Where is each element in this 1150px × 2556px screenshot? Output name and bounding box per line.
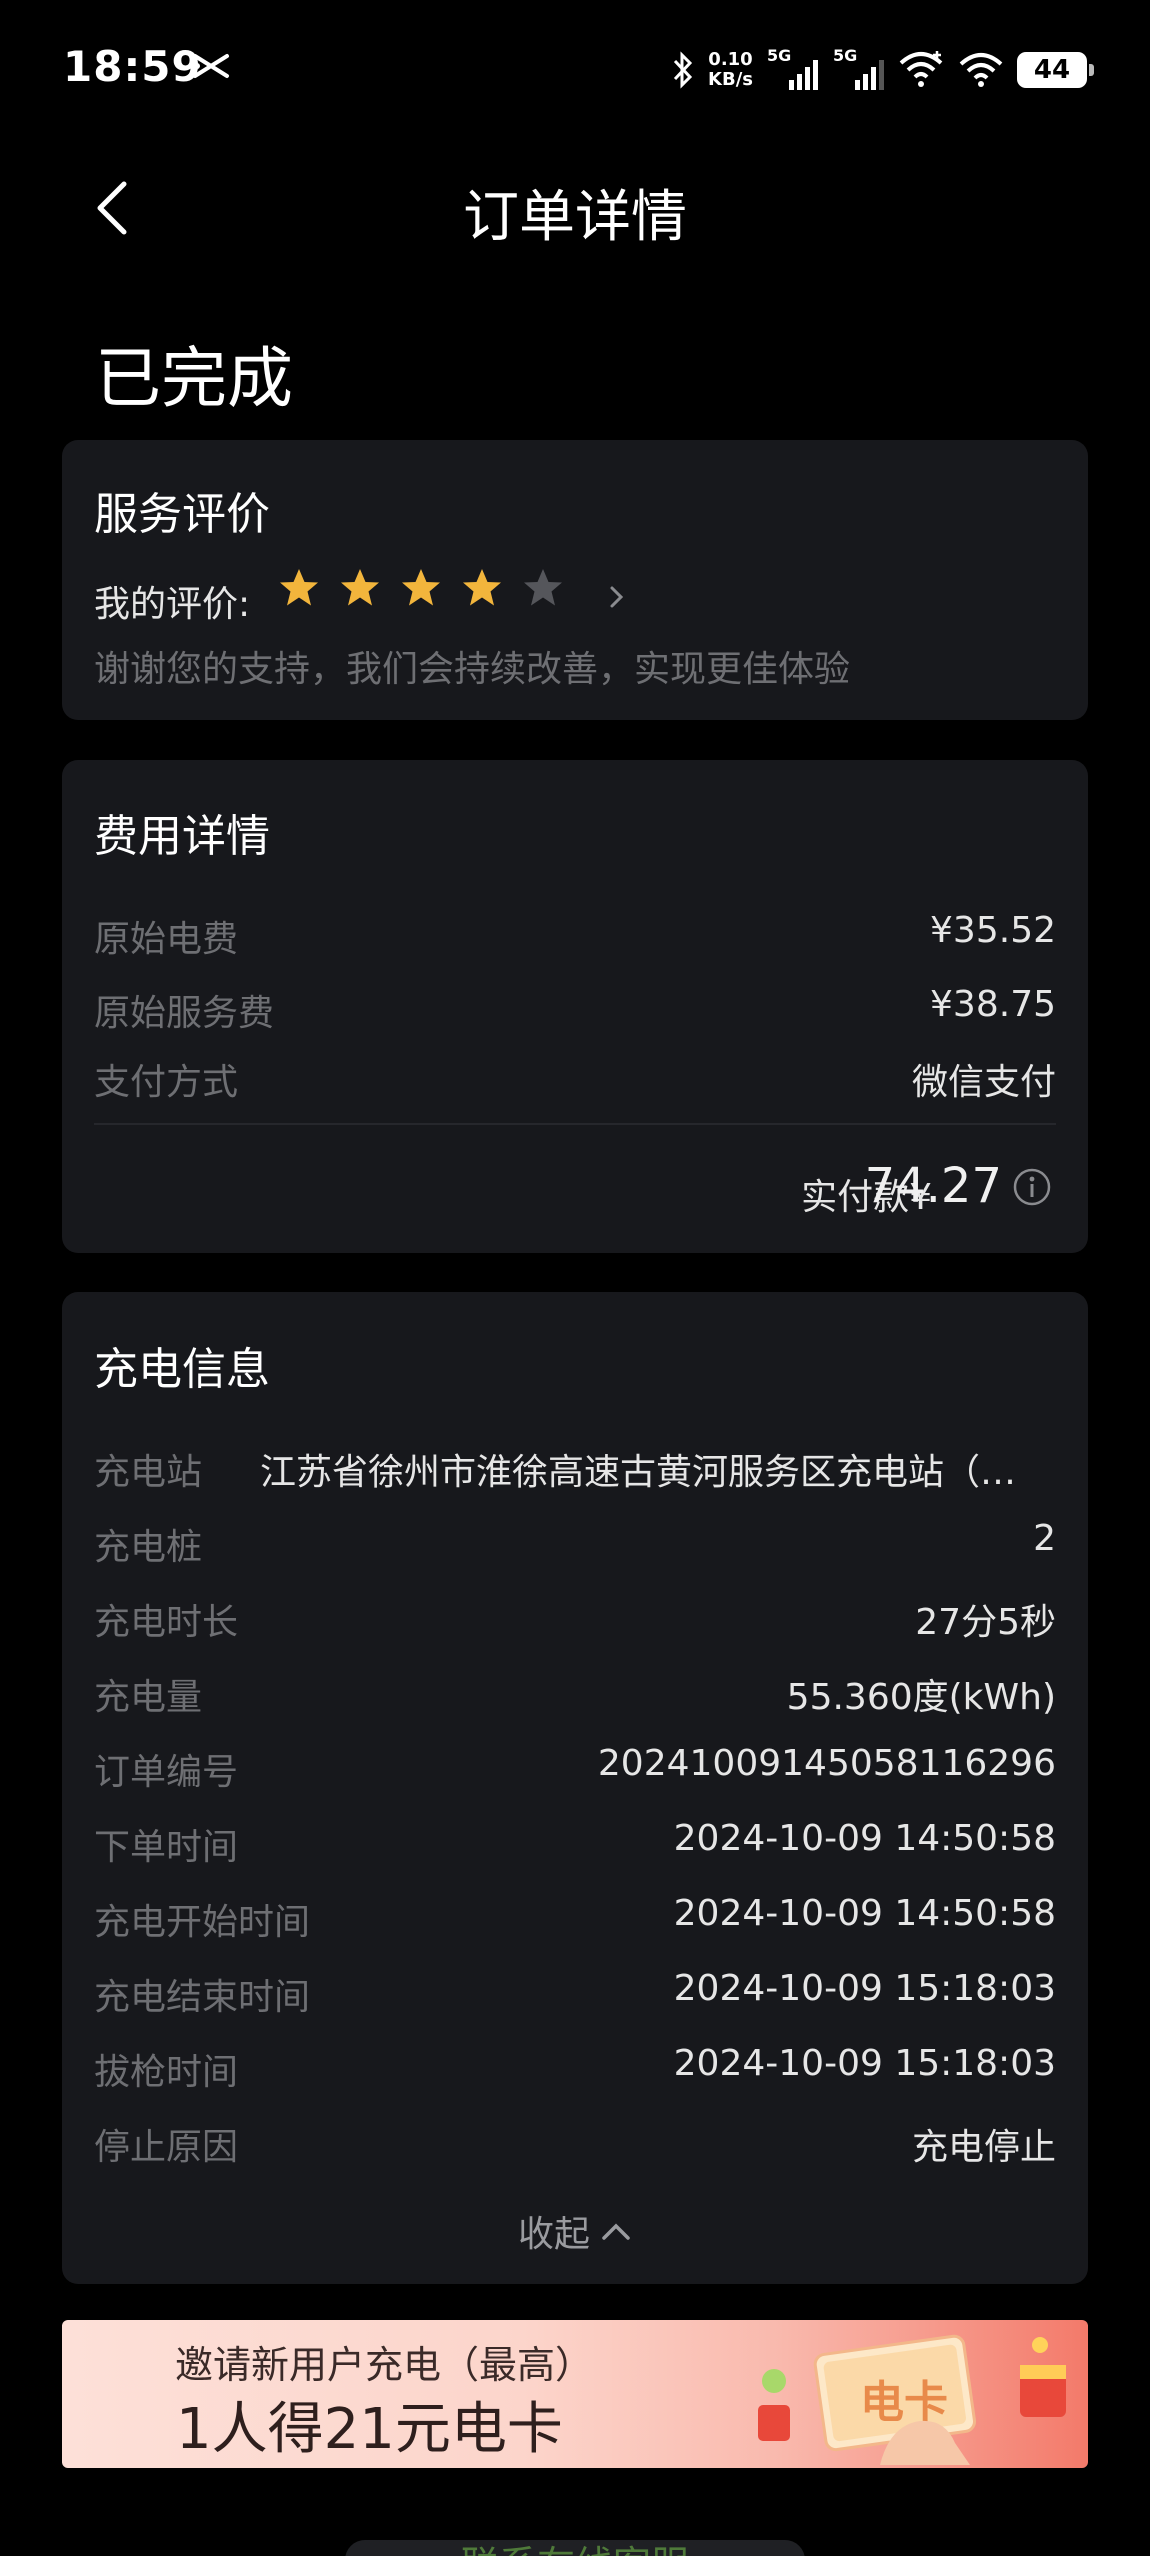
fee-value-service: ¥38.75 (930, 984, 1056, 1025)
star-filled-icon[interactable] (461, 567, 503, 609)
charging-value: 2024-10-09 15:18:03 (673, 1968, 1056, 2009)
rating-stars[interactable] (278, 567, 564, 609)
charging-label: 充电时长 (94, 1602, 239, 1643)
charging-value: 55.360度(kWh) (786, 1677, 1056, 1718)
charging-label: 拔枪时间 (94, 2052, 239, 2093)
status-bar: 18:59 0.10 KB/s 5G 5G 44 (0, 0, 1150, 145)
charging-label: 充电结束时间 (94, 1977, 311, 2018)
sim2-signal-icon: 5G (833, 46, 885, 94)
divider (94, 1123, 1056, 1125)
network-speed: 0.10 KB/s (708, 49, 753, 90)
collapse-label: 收起 (517, 2214, 590, 2255)
charging-label: 停止原因 (94, 2127, 239, 2168)
charging-value: 2 (1033, 1518, 1056, 1559)
charging-value: 27分5秒 (915, 1602, 1056, 1643)
fee-value-electricity: ¥35.52 (930, 910, 1056, 951)
charging-label: 订单编号 (94, 1752, 239, 1793)
wifi-plus-icon (899, 51, 943, 87)
rating-card-title: 服务评价 (94, 489, 270, 540)
info-icon[interactable] (1012, 1167, 1052, 1207)
fee-card-title: 费用详情 (94, 811, 270, 862)
star-filled-icon[interactable] (278, 567, 320, 609)
station-label: 充电站 (94, 1452, 203, 1493)
star-empty-icon[interactable] (522, 567, 564, 609)
charging-card-title: 充电信息 (94, 1344, 270, 1395)
battery-icon: 44 (1017, 52, 1094, 88)
charging-value: 2024-10-09 15:18:03 (673, 2043, 1056, 2084)
rating-thanks-text: 谢谢您的支持，我们会持续改善，实现更佳体验 (94, 649, 851, 690)
star-filled-icon[interactable] (400, 567, 442, 609)
charging-value: 20241009145058116296 (597, 1743, 1056, 1784)
banner-line2: 1人得21元电卡 (176, 2397, 563, 2462)
svg-text:电卡: 电卡 (860, 2377, 948, 2428)
order-status: 已完成 (95, 340, 293, 417)
star-filled-icon[interactable] (339, 567, 381, 609)
fee-label-electricity: 原始电费 (94, 919, 239, 960)
charging-value: 充电停止 (911, 2127, 1056, 2168)
charging-value: 2024-10-09 14:50:58 (673, 1818, 1056, 1859)
charging-label: 充电开始时间 (94, 1902, 311, 1943)
sim1-signal-icon: 5G (767, 46, 819, 94)
contact-support-button[interactable]: 联系在线客服 (345, 2540, 805, 2556)
chevron-right-icon[interactable] (606, 582, 628, 612)
gift-card-illustration: 电卡 (758, 2334, 1066, 2465)
chevron-up-icon (602, 2223, 630, 2240)
wifi-icon (959, 53, 1003, 87)
banner-line1: 邀请新用户充电（最高） (175, 2343, 594, 2387)
scissors-icon (193, 54, 229, 78)
clock: 18:59 (63, 42, 202, 91)
my-rating-label: 我的评价: (94, 584, 251, 625)
page-title: 订单详情 (463, 185, 687, 250)
fee-label-service: 原始服务费 (94, 993, 275, 1034)
status-icons: 0.10 KB/s 5G 5G 44 (672, 46, 1094, 94)
fee-label-payment-method: 支付方式 (94, 1062, 239, 1103)
charging-label: 下单时间 (94, 1827, 239, 1868)
fee-value-payment-method: 微信支付 (911, 1062, 1056, 1103)
bluetooth-icon (673, 51, 693, 89)
charging-value: 2024-10-09 14:50:58 (673, 1893, 1056, 1934)
charging-label: 充电量 (94, 1677, 203, 1718)
charging-label: 充电桩 (94, 1527, 203, 1568)
collapse-button[interactable]: 收起 (0, 2205, 1150, 2257)
paid-amount-value: 74.27 (864, 1158, 1002, 1214)
station-value: 江苏省徐州市淮徐高速古黄河服务区充电站（… (260, 1452, 1017, 1493)
contact-support-label: 联系在线客服 (345, 2540, 805, 2556)
